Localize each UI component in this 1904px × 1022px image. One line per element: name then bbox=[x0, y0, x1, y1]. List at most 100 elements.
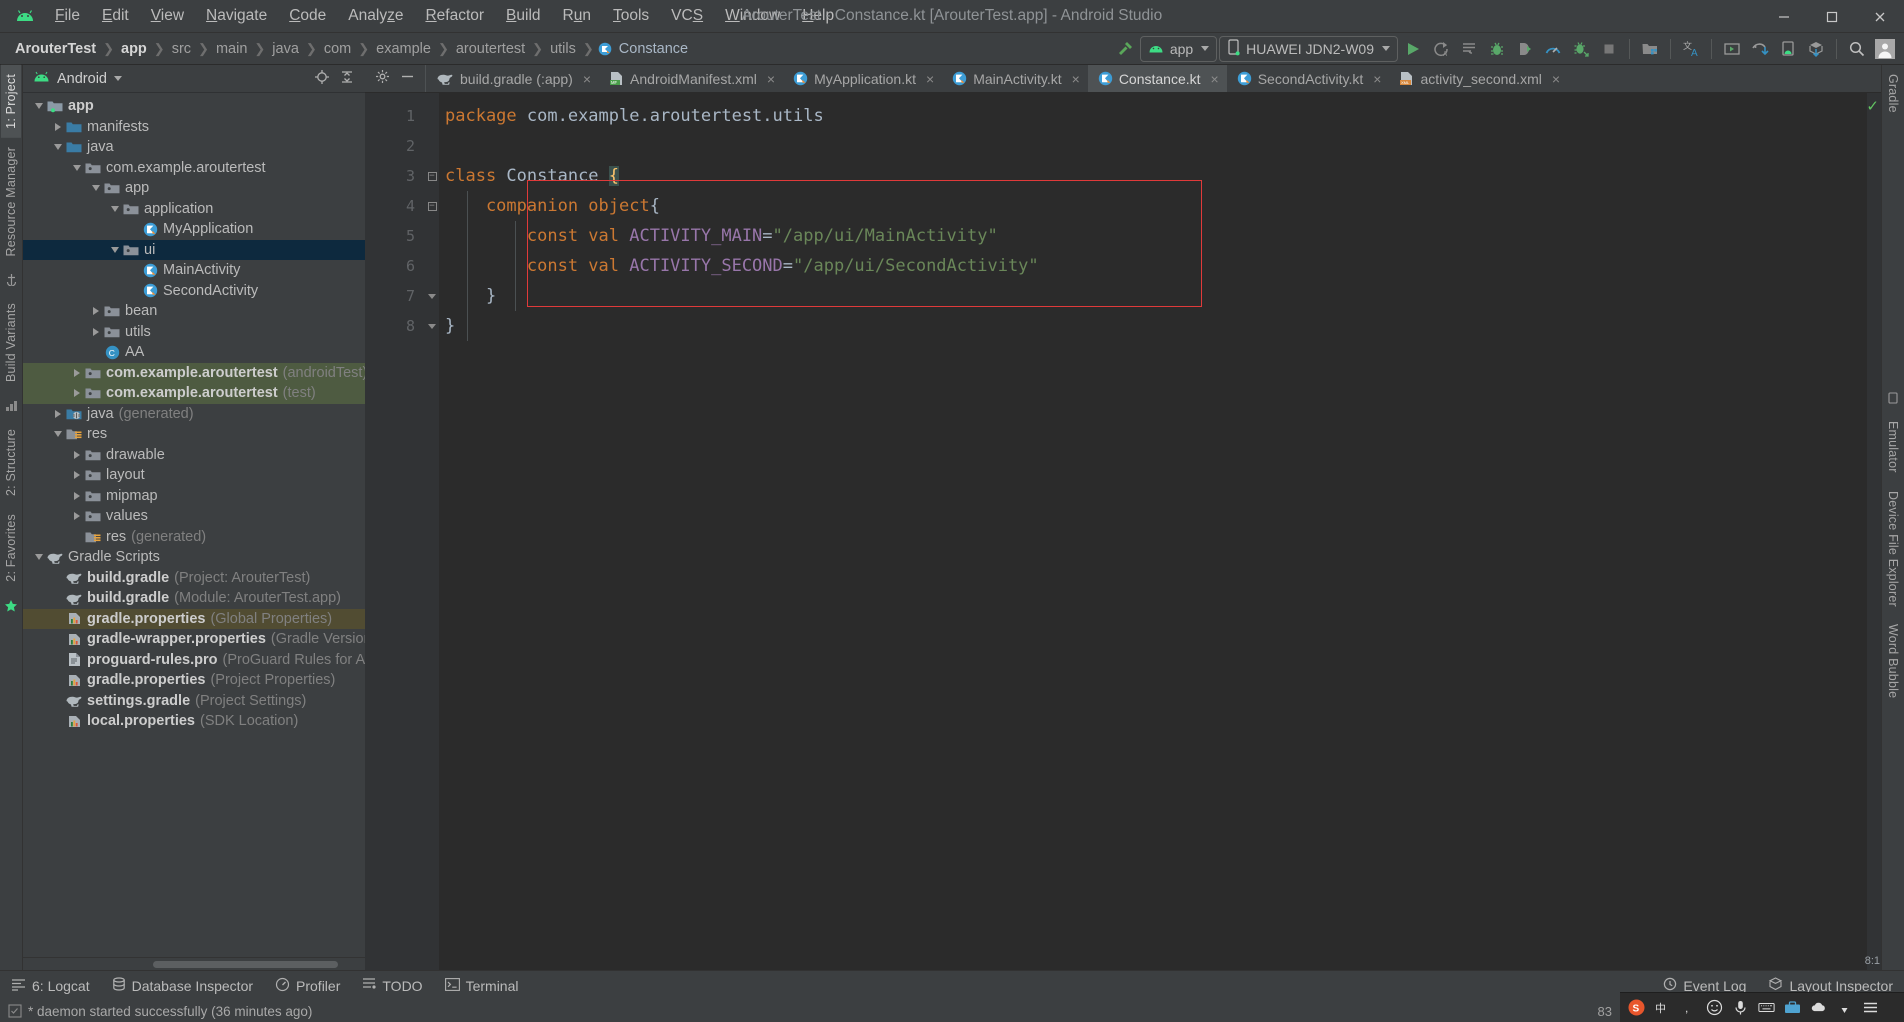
breadcrumb-item-4[interactable]: java bbox=[269, 40, 302, 58]
close-icon[interactable]: × bbox=[1072, 71, 1080, 87]
breadcrumb-item-9[interactable]: Constance bbox=[616, 40, 691, 58]
editor-tab[interactable]: XML activity_second.xml × bbox=[1389, 65, 1568, 92]
chevron-right-icon[interactable] bbox=[88, 307, 103, 316]
maximize-button[interactable] bbox=[1808, 0, 1856, 33]
editor-tab[interactable]: Constance.kt × bbox=[1087, 65, 1227, 92]
build-variants-icon[interactable] bbox=[5, 391, 18, 420]
tree-row[interactable]: ui bbox=[23, 239, 365, 260]
tree-row[interactable]: Gradle Scripts bbox=[23, 547, 365, 568]
menu-bar[interactable]: FFileile Edit View Navigate Code Analyze… bbox=[44, 4, 845, 28]
code-line[interactable]: } bbox=[439, 281, 1881, 311]
fold-marker-companion[interactable]: − bbox=[425, 191, 439, 221]
chevron-right-icon[interactable] bbox=[69, 389, 84, 398]
rail-tab-word-bubble[interactable]: Word Bubble bbox=[1883, 615, 1903, 707]
tree-row[interactable]: com.example.aroutertest (test) bbox=[23, 383, 365, 404]
breadcrumb-item-1[interactable]: app bbox=[118, 40, 150, 58]
bottom-tab-logcat[interactable]: 6: Logcat bbox=[0, 978, 101, 994]
breadcrumb-item-3[interactable]: main bbox=[213, 40, 250, 58]
close-icon[interactable]: × bbox=[767, 71, 775, 87]
fold-end-class[interactable] bbox=[425, 311, 439, 341]
tree-row[interactable]: application bbox=[23, 199, 365, 220]
rail-tab-structure[interactable]: 2: Structure bbox=[1, 420, 21, 505]
tree-row[interactable]: values bbox=[23, 506, 365, 527]
code-line[interactable]: const val ACTIVITY_SECOND="/app/ui/Secon… bbox=[439, 251, 1881, 281]
tree-row[interactable]: com.example.aroutertest bbox=[23, 158, 365, 179]
chevron-right-icon[interactable] bbox=[88, 327, 103, 336]
menu-help[interactable]: Help bbox=[791, 4, 845, 28]
window-controls[interactable] bbox=[1760, 0, 1904, 33]
hammer-icon[interactable] bbox=[1112, 36, 1138, 62]
minimize-button[interactable] bbox=[1760, 0, 1808, 33]
stop-square-icon[interactable] bbox=[1596, 36, 1622, 62]
chevron-right-icon[interactable] bbox=[50, 409, 65, 418]
editor-tab[interactable]: SecondActivity.kt × bbox=[1227, 65, 1390, 92]
user-avatar-icon[interactable] bbox=[1872, 36, 1898, 62]
tree-row[interactable]: res bbox=[23, 424, 365, 445]
bottom-tab-profiler[interactable]: Profiler bbox=[264, 977, 351, 995]
main-toolbar[interactable]: app HUAWEI JDN2-W09 A 文 A bbox=[1112, 35, 1898, 62]
hide-panel-icon[interactable] bbox=[400, 69, 415, 88]
tree-row[interactable]: MyApplication bbox=[23, 219, 365, 240]
menu-view[interactable]: View bbox=[140, 4, 195, 28]
tree-row[interactable]: SecondActivity bbox=[23, 281, 365, 302]
code-line[interactable]: package com.example.aroutertest.utils bbox=[439, 101, 1881, 131]
keyboard-icon[interactable] bbox=[1758, 999, 1775, 1016]
chevron-right-icon[interactable] bbox=[69, 450, 84, 459]
close-icon[interactable]: × bbox=[1552, 71, 1560, 87]
locate-target-icon[interactable] bbox=[314, 69, 330, 89]
breadcrumb[interactable]: ArouterTest ❯ app ❯ src ❯ main ❯ java ❯ … bbox=[12, 40, 691, 58]
tree-row[interactable]: settings.gradle (Project Settings) bbox=[23, 691, 365, 712]
fold-marker-class[interactable]: − bbox=[425, 161, 439, 191]
chevron-down-icon[interactable] bbox=[107, 246, 122, 253]
play-icon[interactable] bbox=[1400, 36, 1426, 62]
gear-icon[interactable] bbox=[375, 69, 390, 88]
tree-row[interactable]: drawable bbox=[23, 445, 365, 466]
code-line[interactable]: companion object{ bbox=[439, 191, 1881, 221]
editor-tab[interactable]: MainActivity.kt × bbox=[942, 65, 1088, 92]
breadcrumb-item-2[interactable]: src bbox=[169, 40, 194, 58]
rail-tab-project[interactable]: 1: Project bbox=[1, 65, 21, 138]
breadcrumb-item-8[interactable]: utils bbox=[547, 40, 579, 58]
rail-tab-resource-manager[interactable]: Resource Manager bbox=[1, 138, 21, 266]
menu-tools[interactable]: Tools bbox=[602, 4, 660, 28]
chevron-right-icon[interactable] bbox=[69, 368, 84, 377]
rail-tab-build-variants[interactable]: Build Variants bbox=[1, 294, 21, 391]
resource-anchor-icon[interactable] bbox=[5, 265, 18, 294]
tree-row[interactable]: res (generated) bbox=[23, 527, 365, 548]
close-icon[interactable]: × bbox=[583, 71, 591, 87]
code-line[interactable]: } bbox=[439, 311, 1881, 341]
chevron-down-icon[interactable] bbox=[31, 103, 46, 110]
menu-analyze[interactable]: Analyze bbox=[337, 4, 414, 28]
inspection-marker-gutter[interactable]: ✓ 8:1 bbox=[1865, 93, 1881, 970]
left-tool-rail[interactable]: 1: Project Resource Manager Build Varian… bbox=[0, 65, 23, 970]
rail-tab-gradle[interactable]: Gradle bbox=[1883, 65, 1903, 122]
chevron-down-icon[interactable] bbox=[50, 431, 65, 438]
close-button[interactable] bbox=[1856, 0, 1904, 33]
bottom-tool-bar[interactable]: 6: Logcat Database Inspector Profiler TO… bbox=[0, 970, 1904, 1000]
tree-row[interactable]: mipmap bbox=[23, 486, 365, 507]
menu-file[interactable]: FFileile bbox=[44, 4, 91, 28]
coverage-icon[interactable] bbox=[1568, 36, 1594, 62]
tree-row[interactable]: gradle.properties (Global Properties) bbox=[23, 608, 365, 629]
code-line[interactable]: const val ACTIVITY_MAIN="/app/ui/MainAct… bbox=[439, 221, 1881, 251]
debug-bug-icon[interactable] bbox=[1484, 36, 1510, 62]
tree-row[interactable]: com.example.aroutertest (androidTest) bbox=[23, 362, 365, 383]
gradle-sync-icon[interactable] bbox=[1747, 36, 1773, 62]
tree-row[interactable]: build.gradle (Project: ArouterTest) bbox=[23, 568, 365, 589]
device-explorer-icon[interactable] bbox=[1775, 36, 1801, 62]
emoji-icon[interactable] bbox=[1706, 999, 1723, 1016]
right-tool-rail[interactable]: Gradle Emulator Device File Explorer Wor… bbox=[1881, 65, 1904, 970]
chevron-down-icon[interactable] bbox=[113, 76, 122, 81]
tree-row[interactable]: java (generated) bbox=[23, 404, 365, 425]
breadcrumb-item-0[interactable]: ArouterTest bbox=[12, 40, 99, 58]
chevron-right-icon[interactable] bbox=[69, 491, 84, 500]
cloud-icon[interactable] bbox=[1810, 999, 1827, 1016]
apply-changes-icon[interactable]: A bbox=[1428, 36, 1454, 62]
mic-icon[interactable] bbox=[1732, 999, 1749, 1016]
chevron-down-icon[interactable] bbox=[69, 164, 84, 171]
sogou-s-icon[interactable]: S bbox=[1628, 999, 1645, 1016]
tree-row[interactable]: proguard-rules.pro(ProGuard Rules for Ar… bbox=[23, 650, 365, 671]
comma-icon[interactable]: , bbox=[1680, 999, 1697, 1016]
code-folding-gutter[interactable]: − − bbox=[425, 93, 439, 970]
tree-row[interactable]: local.properties (SDK Location) bbox=[23, 711, 365, 732]
